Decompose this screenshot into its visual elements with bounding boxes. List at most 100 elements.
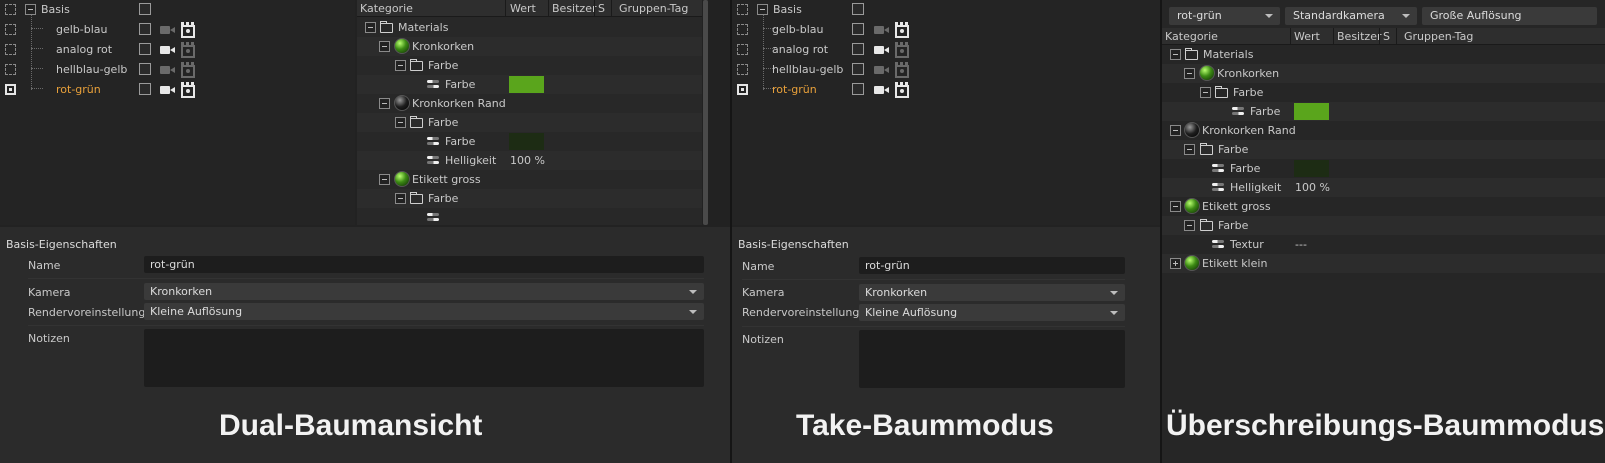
take-select[interactable]: rot-grün: [1169, 7, 1280, 25]
col-gruppen-tag[interactable]: Gruppen-Tag: [619, 2, 688, 15]
name-field[interactable]: rot-grün: [144, 256, 704, 273]
take-row[interactable]: analog rot: [732, 40, 1160, 60]
take-checkbox[interactable]: [852, 23, 864, 35]
col-gruppen-tag[interactable]: Gruppen-Tag: [1404, 30, 1473, 43]
tree-row-etikett-gross[interactable]: Etikett gross: [357, 170, 702, 189]
col-besitzer[interactable]: Besitzer: [1337, 30, 1381, 43]
tree-value[interactable]: 100 %: [510, 154, 545, 167]
tree-value[interactable]: 100 %: [1295, 181, 1330, 194]
expand-icon[interactable]: [1170, 258, 1181, 269]
col-besitzer[interactable]: Besitzer: [552, 2, 596, 15]
col-s[interactable]: S: [598, 2, 605, 15]
tree-row-textur[interactable]: [357, 208, 702, 225]
take-row[interactable]: hellblau-gelb: [732, 60, 1160, 80]
take-checkbox[interactable]: [139, 3, 151, 15]
camera-icon[interactable]: [874, 45, 889, 55]
tree-row-helligkeit[interactable]: Helligkeit 100 %: [357, 151, 702, 170]
take-row[interactable]: gelb-blau: [0, 20, 355, 40]
scrollbar[interactable]: [703, 0, 708, 225]
notizen-field[interactable]: [859, 330, 1125, 388]
take-row-current[interactable]: rot-grün: [0, 80, 355, 100]
col-kategorie[interactable]: Kategorie: [1165, 30, 1218, 43]
color-swatch[interactable]: [509, 133, 544, 150]
clapboard-icon[interactable]: [181, 22, 195, 38]
tree-row-kronkorken[interactable]: Kronkorken: [1162, 64, 1605, 83]
tree-row-kronkorken[interactable]: Kronkorken: [357, 37, 702, 56]
take-select-icon[interactable]: [5, 44, 16, 55]
take-row[interactable]: analog rot: [0, 40, 355, 60]
camera-icon[interactable]: [874, 25, 889, 35]
camera-icon[interactable]: [160, 85, 175, 95]
clapboard-icon[interactable]: [181, 42, 195, 58]
tree-row-farbe[interactable]: Farbe: [357, 56, 702, 75]
take-select-icon[interactable]: [737, 4, 748, 15]
collapse-icon[interactable]: [395, 117, 406, 128]
kamera-select[interactable]: Kronkorken: [144, 283, 704, 300]
render-select[interactable]: Kleine Auflösung: [859, 304, 1125, 321]
collapse-icon[interactable]: [1200, 87, 1211, 98]
clapboard-icon[interactable]: [895, 82, 909, 98]
collapse-icon[interactable]: [25, 4, 36, 15]
col-s[interactable]: S: [1383, 30, 1390, 43]
kamera-select[interactable]: Kronkorken: [859, 284, 1125, 301]
take-checkbox[interactable]: [139, 63, 151, 75]
take-select-icon[interactable]: [5, 84, 16, 95]
collapse-icon[interactable]: [1170, 49, 1181, 60]
take-checkbox[interactable]: [852, 63, 864, 75]
tree-row-farbe-param[interactable]: Farbe: [357, 75, 702, 94]
take-row[interactable]: hellblau-gelb: [0, 60, 355, 80]
collapse-icon[interactable]: [365, 22, 376, 33]
take-select-icon[interactable]: [737, 84, 748, 95]
tree-row-textur[interactable]: Textur ---: [1162, 235, 1605, 254]
collapse-icon[interactable]: [1170, 201, 1181, 212]
collapse-icon[interactable]: [1184, 68, 1195, 79]
tree-row-farbe[interactable]: Farbe: [1162, 216, 1605, 235]
tree-row-farbe[interactable]: Farbe: [1162, 140, 1605, 159]
tree-row-kronkorken-rand[interactable]: Kronkorken Rand: [1162, 121, 1605, 140]
tree-row-farbe[interactable]: Farbe: [357, 113, 702, 132]
tree-row-farbe[interactable]: Farbe: [1162, 83, 1605, 102]
take-checkbox[interactable]: [139, 43, 151, 55]
collapse-icon[interactable]: [395, 60, 406, 71]
tree-value[interactable]: ---: [1295, 238, 1307, 251]
name-field[interactable]: rot-grün: [859, 257, 1125, 274]
take-row[interactable]: gelb-blau: [732, 20, 1160, 40]
collapse-icon[interactable]: [395, 193, 406, 204]
collapse-icon[interactable]: [379, 174, 390, 185]
take-select-icon[interactable]: [737, 24, 748, 35]
take-checkbox[interactable]: [139, 83, 151, 95]
take-select-icon[interactable]: [737, 64, 748, 75]
take-row-basis[interactable]: Basis: [732, 0, 1160, 20]
take-checkbox[interactable]: [139, 23, 151, 35]
tree-row-farbe-param[interactable]: Farbe: [1162, 159, 1605, 178]
tree-row-kronkorken-rand[interactable]: Kronkorken Rand: [357, 94, 702, 113]
tree-row-helligkeit[interactable]: Helligkeit 100 %: [1162, 178, 1605, 197]
tree-row-materials[interactable]: Materials: [1162, 45, 1605, 64]
collapse-icon[interactable]: [1170, 125, 1181, 136]
take-row-current[interactable]: rot-grün: [732, 80, 1160, 100]
tree-row-etikett-klein[interactable]: Etikett klein: [1162, 254, 1605, 273]
take-checkbox[interactable]: [852, 3, 864, 15]
col-wert[interactable]: Wert: [510, 2, 536, 15]
tree-row-etikett-gross[interactable]: Etikett gross: [1162, 197, 1605, 216]
collapse-icon[interactable]: [1184, 144, 1195, 155]
take-checkbox[interactable]: [852, 43, 864, 55]
clapboard-icon[interactable]: [895, 42, 909, 58]
collapse-icon[interactable]: [379, 98, 390, 109]
take-select-icon[interactable]: [5, 4, 16, 15]
camera-icon[interactable]: [874, 65, 889, 75]
col-wert[interactable]: Wert: [1294, 30, 1320, 43]
take-checkbox[interactable]: [852, 83, 864, 95]
clapboard-icon[interactable]: [181, 82, 195, 98]
col-kategorie[interactable]: Kategorie: [360, 2, 413, 15]
tree-row-farbe[interactable]: Farbe: [357, 189, 702, 208]
color-swatch[interactable]: [509, 76, 544, 93]
render-select[interactable]: Kleine Auflösung: [144, 303, 704, 320]
take-select-icon[interactable]: [737, 44, 748, 55]
notizen-field[interactable]: [144, 329, 704, 387]
take-row-basis[interactable]: Basis: [0, 0, 355, 20]
tree-row-farbe-param[interactable]: Farbe: [1162, 102, 1605, 121]
camera-icon[interactable]: [160, 25, 175, 35]
take-select-icon[interactable]: [5, 24, 16, 35]
camera-select[interactable]: Standardkamera: [1285, 7, 1417, 25]
